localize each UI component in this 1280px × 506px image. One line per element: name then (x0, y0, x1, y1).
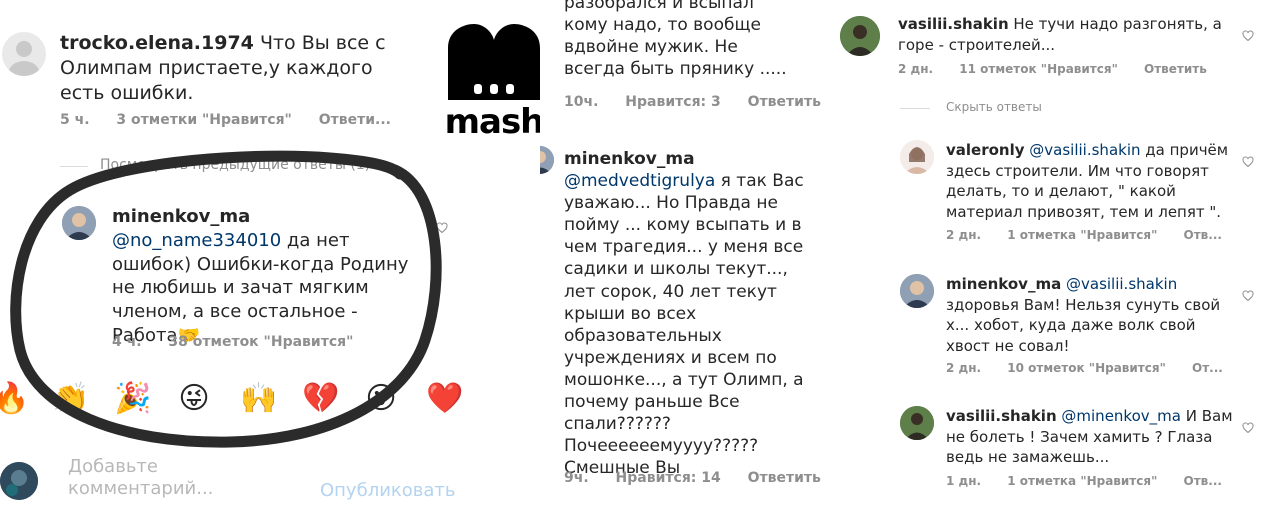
comment-likes[interactable]: 1 отметка "Нравится" (1007, 474, 1157, 488)
comment-text: здоровья Вам! Нельзя сунуть свой х... хо… (946, 295, 1221, 356)
reply-button[interactable]: Отв... (1184, 228, 1222, 242)
mention-link[interactable]: @vasilii.shakin (1066, 275, 1177, 293)
comment-meta: 2 дн. 10 отметок "Нравится" От... (946, 361, 1245, 375)
hide-replies-button[interactable]: Скрыть ответы (946, 100, 1042, 114)
user-photo-icon (840, 16, 880, 56)
mention-link[interactable]: @vasilii.shakin (1029, 141, 1140, 159)
comment-body: trocko.elena.1974 Что Вы все с Олимпам п… (60, 31, 405, 106)
cut-text (90, 0, 330, 2)
user-photo-icon (900, 274, 934, 308)
avatar[interactable] (2, 32, 46, 76)
default-avatar-icon (9, 41, 39, 76)
comment-username[interactable]: trocko.elena.1974 (60, 32, 254, 54)
comment-time: 5 ч. (60, 112, 90, 128)
comment-time: 2 дн. (946, 361, 982, 375)
user-photo-icon (900, 406, 934, 440)
comment-meta: 9ч. Нравится: 14 Ответить (564, 470, 822, 486)
comment-likes[interactable]: Нравится: 14 (616, 470, 721, 486)
comment-body: minenkov_ma @medvedtigrulya я так Вас ув… (564, 148, 804, 479)
comment-username[interactable]: minenkov_ma (946, 275, 1061, 293)
reply-body: vasilii.shakin @minenkov_ma И Вам не бол… (946, 406, 1236, 468)
comment-time: 10ч. (564, 94, 599, 110)
comment-time: 2 дн. (898, 62, 934, 76)
mash-wordmark: mash (444, 102, 545, 142)
publish-button[interactable]: Опубликовать (320, 480, 456, 501)
like-heart-icon[interactable] (1242, 290, 1254, 302)
avatar[interactable] (540, 146, 554, 174)
highlight-circle (10, 150, 442, 448)
like-heart-icon[interactable] (1242, 30, 1254, 42)
like-heart-icon[interactable] (1242, 156, 1254, 168)
comment-likes[interactable]: 10 отметок "Нравится" (1007, 361, 1166, 375)
mention-link[interactable]: @medvedtigrulya (564, 171, 715, 191)
comment-likes[interactable]: 3 отметки "Нравится" (116, 112, 291, 128)
comment-username[interactable]: valeronly (946, 141, 1025, 159)
comment-likes[interactable]: Нравится: 3 (625, 94, 720, 110)
mash-logo-icon (448, 24, 540, 100)
comment-username[interactable]: minenkov_ma (564, 149, 695, 169)
comment-likes[interactable]: 11 отметок "Нравится" (959, 62, 1118, 76)
avatar[interactable] (900, 406, 934, 440)
avatar[interactable] (900, 274, 934, 308)
user-photo-icon (540, 146, 554, 174)
reply-body: valeronly @vasilii.shakin да причём здес… (946, 140, 1236, 223)
comment-input[interactable]: Добавьте комментарий... (68, 456, 268, 499)
divider (900, 108, 930, 109)
reply-button[interactable]: От... (1192, 361, 1223, 375)
avatar[interactable] (840, 16, 880, 56)
comments-panel-middle: разобрался и всыпал кому надо, то вообще… (540, 0, 822, 506)
comment-text: я так Вас уважаю... Но Правда не пойму .… (564, 171, 804, 479)
comment-meta: 5 ч. 3 отметки "Нравится" Ответи... (60, 112, 413, 128)
comment-meta: 2 дн. 11 отметок "Нравится" Ответить (898, 62, 1229, 76)
reply-button[interactable]: Отв... (1184, 474, 1222, 488)
avatar (0, 462, 38, 500)
comments-panel-right: vasilii.shakin Не тучи надо разгонять, а… (828, 0, 1280, 506)
comment-meta: 1 дн. 1 отметка "Нравится" Отв... (946, 474, 1244, 488)
reply-button[interactable]: Ответить (748, 94, 821, 110)
user-photo-icon (900, 140, 934, 174)
comment-time: 2 дн. (946, 228, 982, 242)
comment-username[interactable]: vasilii.shakin (946, 407, 1057, 425)
avatar[interactable] (900, 140, 934, 174)
comment-text: разобрался и всыпал кому надо, то вообще… (564, 0, 787, 80)
comment-meta: 10ч. Нравится: 3 Ответить (564, 94, 822, 110)
comment-body: vasilii.shakin Не тучи надо разгонять, а… (898, 14, 1228, 55)
mention-link[interactable]: @minenkov_ma (1061, 407, 1181, 425)
reply-body: minenkov_ma @vasilii.shakin здоровья Вам… (946, 274, 1236, 357)
comments-panel-left: trocko.elena.1974 Что Вы все с Олимпам п… (0, 0, 470, 506)
user-photo-icon (0, 462, 38, 500)
mash-logo: mash (442, 20, 546, 142)
comment-time: 9ч. (564, 470, 589, 486)
comment-username[interactable]: vasilii.shakin (898, 15, 1009, 33)
comment-meta: 2 дн. 1 отметка "Нравится" Отв... (946, 228, 1244, 242)
reply-button[interactable]: Ответи... (319, 112, 391, 128)
comment-likes[interactable]: 1 отметка "Нравится" (1007, 228, 1157, 242)
reply-button[interactable]: Ответить (1144, 62, 1207, 76)
reply-button[interactable]: Ответить (748, 470, 821, 486)
like-heart-icon[interactable] (1242, 422, 1254, 434)
comment-time: 1 дн. (946, 474, 982, 488)
